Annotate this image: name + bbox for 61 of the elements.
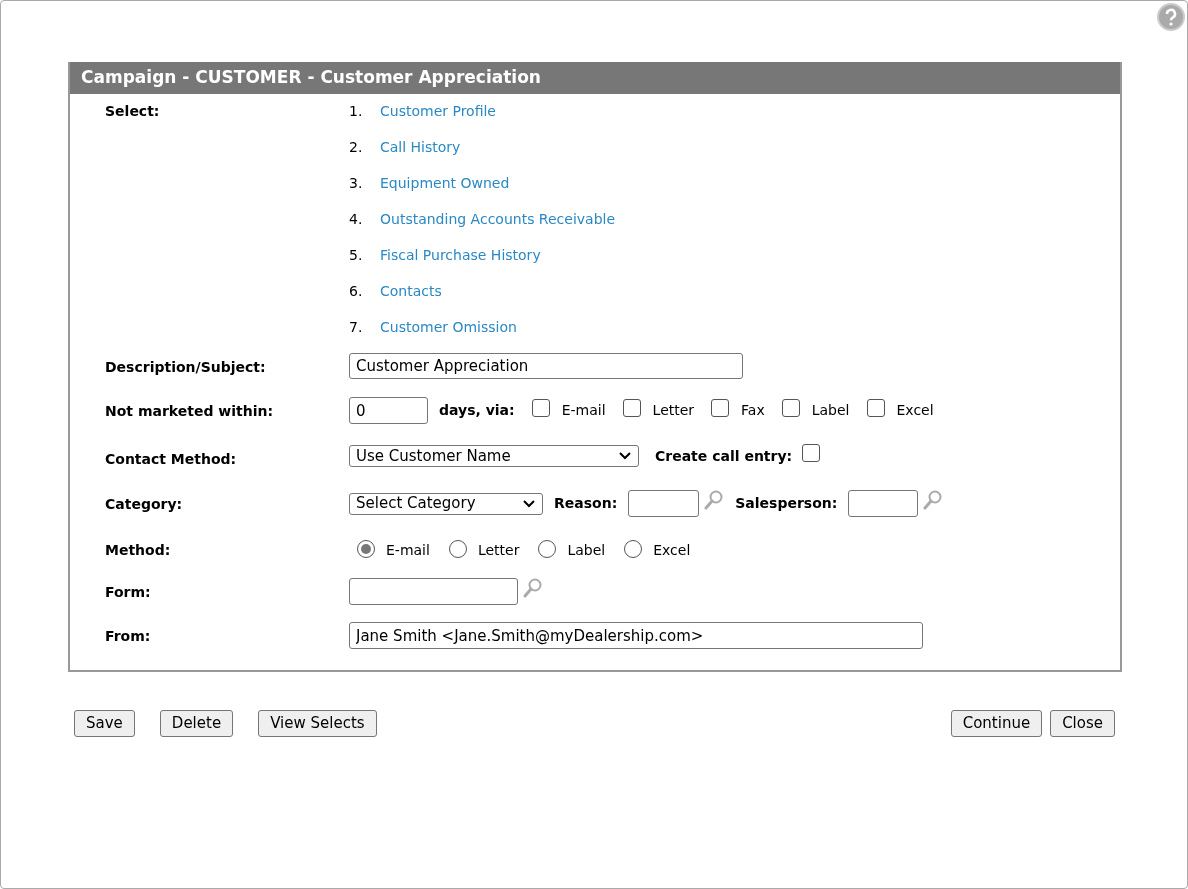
checkbox[interactable] [531, 398, 550, 417]
list-number: 2. [349, 138, 364, 157]
field-label: Form: [105, 583, 152, 602]
radio-label: Label [567, 541, 606, 560]
radio-button[interactable] [448, 539, 467, 558]
days-field[interactable]: 0 [349, 397, 428, 424]
checkbox[interactable] [711, 398, 730, 417]
from-field[interactable]: Jane Smith <Jane.Smith@myDealership.com> [349, 622, 923, 649]
list-number: 1. [349, 102, 364, 121]
checkbox[interactable] [866, 398, 885, 417]
select-label: Select: [105, 102, 161, 121]
radio-label: Letter [477, 541, 520, 560]
radio-label: E-mail [386, 541, 430, 560]
action-button[interactable]: Delete [159, 710, 234, 737]
field-label: Description/Subject: [105, 358, 267, 377]
contact-method-dropdown[interactable]: Use Customer Name [349, 445, 639, 467]
list-number: 3. [349, 174, 364, 193]
panel-title: Campaign - CUSTOMER - Customer Appreciation [70, 62, 1120, 94]
checkbox-label: E-mail [561, 401, 606, 420]
call-entry-label: Create call entry: [655, 446, 793, 466]
field-label: Not marketed within: [105, 402, 275, 421]
checkbox-label: Letter [652, 401, 695, 420]
action-button[interactable]: Save [74, 710, 135, 737]
salesperson-field[interactable] [848, 490, 919, 517]
checkbox-label: Excel [896, 401, 934, 420]
salesperson-label: Salesperson: [735, 494, 838, 513]
select-link[interactable]: Contacts [380, 281, 442, 317]
select-link[interactable]: Call History [380, 137, 461, 173]
field-label: Category: [105, 495, 184, 514]
list-number: 6. [349, 282, 364, 301]
caret-icon [618, 451, 632, 461]
radio-button[interactable] [624, 539, 643, 558]
select-link[interactable]: Customer Profile [380, 101, 496, 137]
caret-icon [522, 498, 536, 509]
days-label: days, via: [439, 401, 515, 420]
checkbox[interactable] [781, 398, 800, 417]
action-button[interactable]: Continue [950, 710, 1043, 737]
select-link[interactable]: Outstanding Accounts Receivable [380, 209, 616, 245]
reason-label: Reason: [554, 494, 618, 513]
description-field[interactable]: Customer Appreciation [349, 353, 743, 379]
reason-field[interactable] [628, 490, 700, 517]
action-button[interactable]: View Selects [258, 710, 377, 737]
list-number: 4. [349, 210, 364, 229]
field-label: Contact Method: [105, 450, 238, 469]
list-number: 5. [349, 246, 364, 265]
select-link[interactable]: Fiscal Purchase History [380, 245, 541, 281]
radio-button[interactable] [538, 539, 557, 558]
field-label: Method: [105, 541, 172, 560]
select-link[interactable]: Equipment Owned [380, 173, 510, 209]
checkbox[interactable] [802, 444, 821, 462]
category-dropdown[interactable]: Select Category [349, 492, 543, 515]
checkbox[interactable] [622, 398, 641, 417]
list-number: 7. [349, 318, 364, 337]
form-field[interactable] [349, 578, 518, 605]
action-button[interactable]: Close [1050, 710, 1115, 737]
checkbox-label: Label [811, 401, 850, 420]
radio-button[interactable] [357, 539, 375, 558]
checkbox-label: Fax [741, 401, 765, 420]
field-label: From: [105, 627, 152, 646]
radio-label: Excel [653, 541, 691, 560]
select-link[interactable]: Customer Omission [380, 317, 517, 353]
